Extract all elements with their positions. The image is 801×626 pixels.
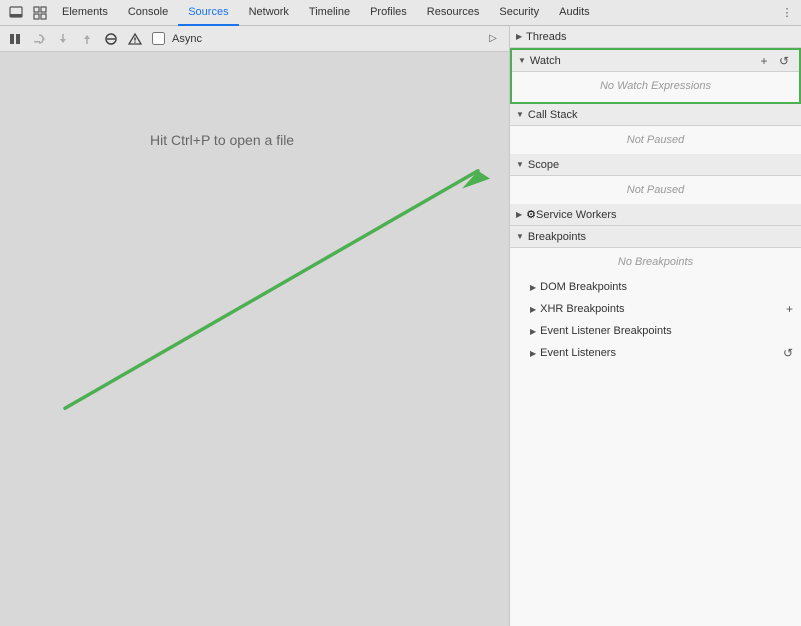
tab-audits[interactable]: Audits [549, 0, 600, 26]
service-workers-section: ▶ ⚙ Service Workers [510, 204, 801, 226]
file-area: Hit Ctrl+P to open a file [0, 52, 509, 626]
breakpoints-content: No Breakpoints [510, 248, 801, 276]
watch-add-button[interactable]: + [755, 52, 773, 70]
pause-on-exceptions-button[interactable] [124, 28, 146, 50]
right-panel: ▶ Threads ▼ Watch + ↺ No Watch Expressio… [509, 26, 801, 626]
hint-text: Hit Ctrl+P to open a file [150, 132, 294, 148]
step-out-button[interactable] [76, 28, 98, 50]
sources-toolbar: Async ▷ [0, 26, 509, 52]
scope-empty-text: Not Paused [510, 180, 801, 200]
watch-empty-text: No Watch Expressions [512, 76, 799, 98]
async-checkbox[interactable] [152, 32, 165, 45]
watch-refresh-button[interactable]: ↺ [775, 52, 793, 70]
watch-title: Watch [530, 55, 755, 67]
service-workers-gear-icon: ⚙ [526, 208, 536, 221]
watch-triangle-icon: ▼ [518, 56, 526, 65]
event-listener-breakpoints-item[interactable]: ▶ Event Listener Breakpoints [510, 320, 801, 342]
breakpoints-section: ▼ Breakpoints No Breakpoints [510, 226, 801, 276]
content-area: Async ▷ Hit Ctrl+P to open a file ▶ Thr [0, 26, 801, 626]
xhr-breakpoints-add-button[interactable]: + [786, 302, 793, 316]
watch-content: No Watch Expressions [512, 72, 799, 102]
async-label: Async [172, 33, 202, 45]
scope-title: Scope [528, 159, 795, 171]
service-workers-title: Service Workers [536, 209, 795, 221]
dock-icon[interactable] [4, 1, 28, 25]
tab-bar: Elements Console Sources Network Timelin… [0, 0, 801, 26]
dom-breakpoints-triangle-icon: ▶ [530, 283, 536, 292]
dom-breakpoints-item[interactable]: ▶ DOM Breakpoints [510, 276, 801, 298]
inspect-icon[interactable] [28, 1, 52, 25]
tab-resources[interactable]: Resources [417, 0, 490, 26]
devtools-window: Elements Console Sources Network Timelin… [0, 0, 801, 626]
tab-bar-left: Elements Console Sources Network Timelin… [4, 0, 600, 26]
threads-section-header[interactable]: ▶ Threads [510, 26, 801, 48]
call-stack-triangle-icon: ▼ [516, 110, 524, 119]
breakpoints-title: Breakpoints [528, 231, 795, 243]
watch-actions: + ↺ [755, 52, 793, 70]
scope-content: Not Paused [510, 176, 801, 204]
event-listeners-refresh-button[interactable]: ↺ [783, 346, 793, 360]
service-workers-triangle-icon: ▶ [516, 210, 522, 219]
breakpoints-triangle-icon: ▼ [516, 232, 524, 241]
deactivate-breakpoints-button[interactable] [100, 28, 122, 50]
pause-button[interactable] [4, 28, 26, 50]
event-listener-breakpoints-label: Event Listener Breakpoints [540, 325, 793, 337]
event-listeners-label: Event Listeners [540, 347, 783, 359]
tab-timeline[interactable]: Timeline [299, 0, 360, 26]
tab-sources[interactable]: Sources [178, 0, 238, 26]
dom-breakpoints-label: DOM Breakpoints [540, 281, 793, 293]
more-tabs-icon[interactable]: ⋮ [777, 3, 797, 23]
event-listener-breakpoints-triangle-icon: ▶ [530, 327, 536, 336]
xhr-breakpoints-triangle-icon: ▶ [530, 305, 536, 314]
watch-section: ▼ Watch + ↺ No Watch Expressions [510, 48, 801, 104]
call-stack-content: Not Paused [510, 126, 801, 154]
step-over-button[interactable] [28, 28, 50, 50]
watch-section-header[interactable]: ▼ Watch + ↺ [512, 50, 799, 72]
tab-elements[interactable]: Elements [52, 0, 118, 26]
sources-expand-icon[interactable]: ▷ [481, 27, 505, 51]
call-stack-header[interactable]: ▼ Call Stack [510, 104, 801, 126]
breakpoints-empty-text: No Breakpoints [510, 252, 801, 272]
scope-triangle-icon: ▼ [516, 160, 524, 169]
xhr-breakpoints-label: XHR Breakpoints [540, 303, 786, 315]
scope-header[interactable]: ▼ Scope [510, 154, 801, 176]
async-checkbox-label[interactable]: Async [152, 32, 202, 45]
threads-triangle-icon: ▶ [516, 32, 522, 41]
tab-security[interactable]: Security [489, 0, 549, 26]
tab-bar-right: ⋮ [777, 3, 797, 23]
call-stack-empty-text: Not Paused [510, 130, 801, 150]
service-workers-header[interactable]: ▶ ⚙ Service Workers [510, 204, 801, 226]
sources-panel: Async ▷ Hit Ctrl+P to open a file [0, 26, 509, 626]
threads-title: Threads [526, 31, 795, 43]
call-stack-title: Call Stack [528, 109, 795, 121]
tab-network[interactable]: Network [239, 0, 299, 26]
scope-section: ▼ Scope Not Paused [510, 154, 801, 204]
step-into-button[interactable] [52, 28, 74, 50]
xhr-breakpoints-item[interactable]: ▶ XHR Breakpoints + [510, 298, 801, 320]
tab-profiles[interactable]: Profiles [360, 0, 417, 26]
event-listeners-item[interactable]: ▶ Event Listeners ↺ [510, 342, 801, 364]
call-stack-section: ▼ Call Stack Not Paused [510, 104, 801, 154]
breakpoints-header[interactable]: ▼ Breakpoints [510, 226, 801, 248]
event-listeners-triangle-icon: ▶ [530, 349, 536, 358]
tab-console[interactable]: Console [118, 0, 178, 26]
